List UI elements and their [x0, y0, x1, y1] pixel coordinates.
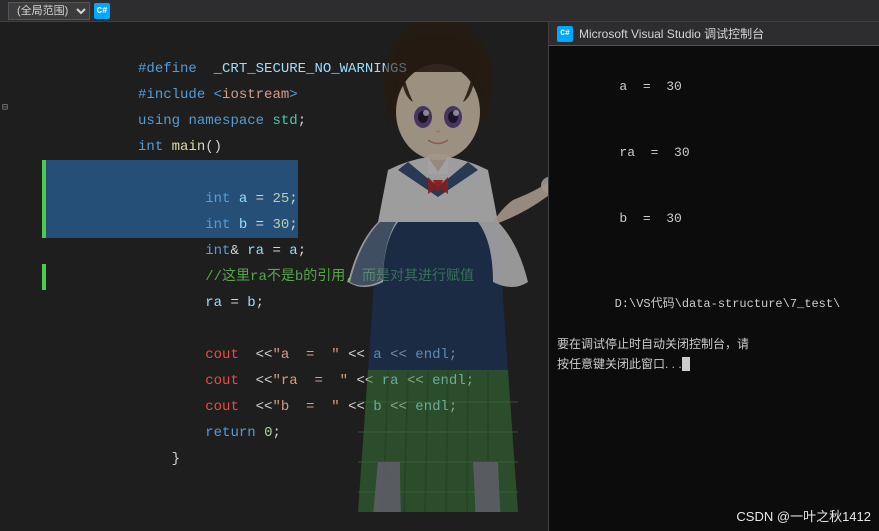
code-line: ⊟ int main()	[0, 108, 548, 134]
debug-output-line: b = 30	[557, 186, 871, 252]
code-line: #define _CRT_SECURE_NO_WARNINGS	[0, 30, 548, 56]
code-line: //这里ra不是b的引用, 而是对其进行赋值	[0, 238, 548, 264]
debug-path-line: D:\VS代码\data-structure\7_test\	[557, 274, 871, 334]
debug-output-line: a = 30	[557, 54, 871, 120]
code-line: int b = 30;	[0, 186, 548, 212]
debug-title-bar: C# Microsoft Visual Studio 调试控制台	[549, 22, 879, 46]
code-line: ra = b;	[0, 264, 548, 290]
collapse-button[interactable]: ⊟	[2, 102, 8, 114]
code-editor[interactable]: #define _CRT_SECURE_NO_WARNINGS #include…	[0, 22, 548, 531]
debug-footer-line1: 要在调试停止时自动关闭控制台，请	[557, 334, 871, 354]
code-line: }	[0, 420, 548, 446]
code-line: {	[0, 134, 548, 160]
code-line: int a = 25;	[0, 160, 548, 186]
code-line: #include <iostream>	[0, 56, 548, 82]
vs-debug-icon: C#	[557, 26, 573, 42]
code-line: cout <<"b = " << b << endl;	[0, 368, 548, 394]
code-line: return 0;	[0, 394, 548, 420]
output-ra: ra = 30	[619, 145, 689, 160]
cursor-blink	[682, 357, 690, 371]
code-line: cout <<"a = " << a << endl;	[0, 316, 548, 342]
line-content	[46, 290, 62, 316]
output-a: a = 30	[619, 79, 681, 94]
code-line: using namespace std;	[0, 82, 548, 108]
debug-blank-line	[557, 252, 871, 274]
debug-output-line: ra = 30	[557, 120, 871, 186]
debug-footer-line2: 按任意键关闭此窗口. . .	[557, 354, 871, 374]
debug-console-panel: C# Microsoft Visual Studio 调试控制台 a = 30 …	[548, 22, 879, 531]
scope-dropdown[interactable]: (全局范围)	[8, 2, 90, 20]
debug-output-area: a = 30 ra = 30 b = 30 D:\VS代码\data-struc…	[549, 46, 879, 531]
debug-panel-title: Microsoft Visual Studio 调试控制台	[579, 25, 764, 42]
code-line: int& ra = a;	[0, 212, 548, 238]
top-bar: (全局范围) C#	[0, 0, 879, 22]
csdn-watermark: CSDN @一叶之秋1412	[736, 506, 871, 525]
vs-icon: C#	[94, 3, 110, 19]
code-area: #define _CRT_SECURE_NO_WARNINGS #include…	[0, 22, 548, 454]
main-content: #define _CRT_SECURE_NO_WARNINGS #include…	[0, 22, 879, 531]
code-line	[0, 290, 548, 316]
output-b: b = 30	[619, 211, 681, 226]
code-line: cout <<"ra = " << ra << endl;	[0, 342, 548, 368]
line-content: }	[46, 420, 180, 498]
